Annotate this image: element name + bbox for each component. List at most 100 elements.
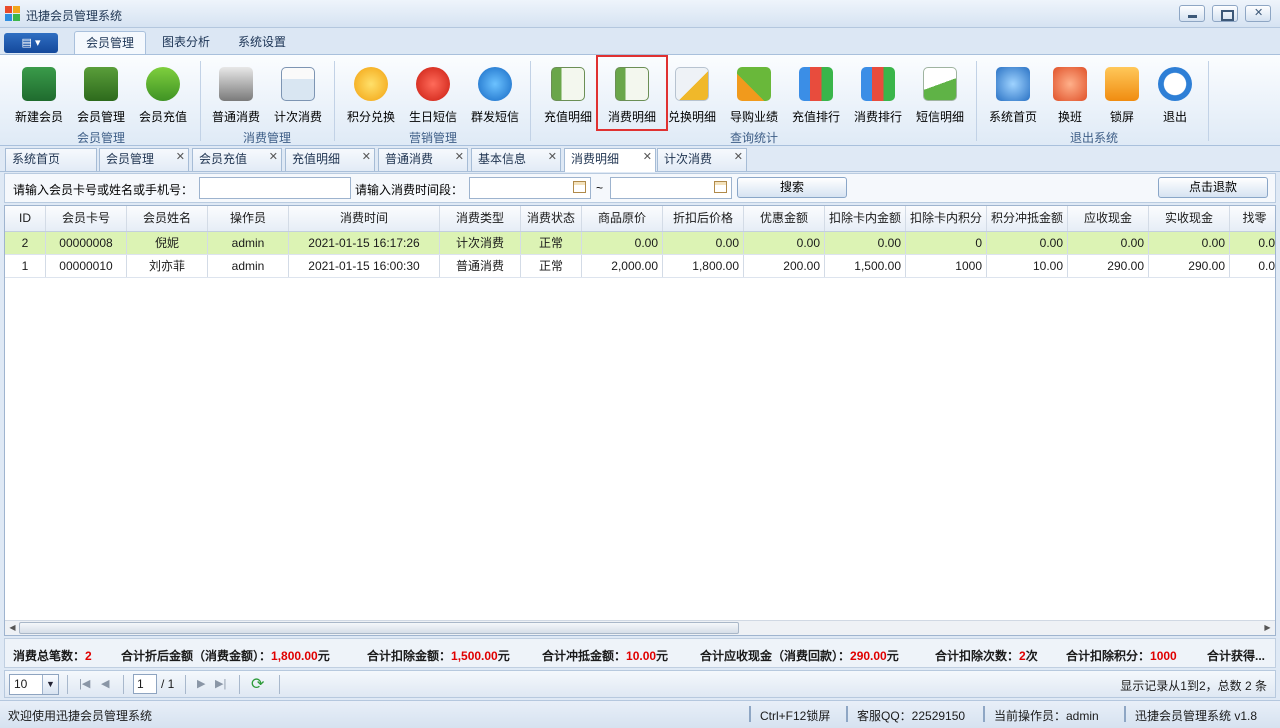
- mass-sms-button[interactable]: 群发短信: [464, 57, 526, 129]
- cash-register-icon: [219, 67, 253, 101]
- member-search-input[interactable]: [199, 177, 351, 199]
- column-header[interactable]: 找零: [1230, 206, 1275, 231]
- column-header[interactable]: 操作员: [208, 206, 289, 231]
- search-button[interactable]: 搜索: [737, 177, 847, 198]
- next-page-icon[interactable]: ▶: [197, 677, 205, 690]
- tab-chart-analysis[interactable]: 图表分析: [150, 31, 222, 55]
- summary-points-amount: 合计冲抵金额：10.00元: [542, 649, 669, 663]
- summary-bar: 消费总笔数：2 合计折后金额（消费金额）：1,800.00元 合计扣除金额：1,…: [4, 638, 1276, 668]
- recharge-ranking-button[interactable]: 充值排行: [785, 57, 847, 129]
- close-tab-icon[interactable]: ✕: [362, 147, 371, 168]
- first-page-icon[interactable]: |◀: [79, 677, 90, 690]
- horizontal-scrollbar[interactable]: ◀ ▶: [5, 620, 1275, 635]
- page-size-select[interactable]: 10 ▼: [9, 674, 59, 695]
- calendar-icon[interactable]: [714, 181, 727, 193]
- group-separator: [334, 61, 335, 141]
- window-title: 迅捷会员管理系统: [26, 9, 123, 23]
- doc-tab-count-consume[interactable]: 计次消费 ✕: [657, 148, 747, 171]
- table-cell: 1: [5, 255, 46, 277]
- table-row[interactable]: 1 00000010 刘亦菲 admin 2021-01-15 16:00:30 普通消费…: [5, 255, 1275, 278]
- end-date-input[interactable]: [610, 177, 732, 199]
- scroll-right-icon[interactable]: ▶: [1261, 622, 1274, 634]
- page-number-input[interactable]: 1: [133, 674, 157, 694]
- table-row[interactable]: 2 00000008 倪妮 admin 2021-01-15 16:17:26 计次消费正…: [5, 232, 1275, 255]
- new-member-button[interactable]: 新建会员: [8, 57, 70, 129]
- tab-member-management[interactable]: 会员管理: [74, 31, 146, 55]
- summary-cash: 合计应收现金（消费回款）：290.00元: [700, 649, 899, 663]
- close-tab-icon[interactable]: ✕: [269, 147, 278, 168]
- minimize-button[interactable]: [1179, 5, 1205, 22]
- doc-tab-normal-consume[interactable]: 普通消费 ✕: [378, 148, 468, 171]
- table-cell: 290.00: [1068, 255, 1149, 277]
- maximize-button[interactable]: [1212, 5, 1238, 22]
- group-label-query: 查询统计: [729, 131, 778, 145]
- close-tab-icon[interactable]: ✕: [176, 147, 185, 168]
- app-menu-button[interactable]: ▤ ▾: [4, 33, 58, 53]
- doc-tab-home[interactable]: 系统首页: [5, 148, 97, 171]
- calendar-icon[interactable]: [573, 181, 586, 193]
- doc-tab-basic-info[interactable]: 基本信息 ✕: [471, 148, 561, 171]
- guide-performance-button[interactable]: 导购业绩: [723, 57, 785, 129]
- member-book-icon: [84, 67, 118, 101]
- chevron-down-icon[interactable]: ▼: [42, 675, 58, 694]
- status-separator: [749, 706, 751, 722]
- close-tab-icon[interactable]: ✕: [643, 147, 652, 168]
- column-header[interactable]: 实收现金: [1149, 206, 1230, 231]
- table-cell: 刘亦菲: [127, 255, 208, 277]
- column-header[interactable]: 扣除卡内金额: [825, 206, 906, 231]
- points-exchange-button[interactable]: 积分兑换: [340, 57, 402, 129]
- consume-ranking-button[interactable]: 消费排行: [847, 57, 909, 129]
- last-page-icon[interactable]: ▶|: [215, 677, 226, 690]
- status-separator: [1124, 706, 1126, 722]
- refresh-icon[interactable]: ⟳: [251, 674, 264, 694]
- column-header[interactable]: 会员卡号: [46, 206, 127, 231]
- column-header[interactable]: ID: [5, 206, 46, 231]
- table-cell: admin: [208, 232, 289, 254]
- table-cell: 0.00: [582, 232, 663, 254]
- exchange-detail-button[interactable]: 兑换明细: [661, 57, 723, 129]
- calendar-plus-icon: [281, 67, 315, 101]
- doc-tab-recharge-detail[interactable]: 充值明细 ✕: [285, 148, 375, 171]
- column-header[interactable]: 应收现金: [1068, 206, 1149, 231]
- column-header[interactable]: 积分冲抵金额: [987, 206, 1068, 231]
- tab-system-settings[interactable]: 系统设置: [226, 31, 298, 55]
- bar-chart-icon: [799, 67, 833, 101]
- close-tab-icon[interactable]: ✕: [734, 147, 743, 168]
- table-cell: 0.0: [1230, 255, 1275, 277]
- sms-detail-button[interactable]: 短信明细: [909, 57, 971, 129]
- recharge-detail-button[interactable]: 充值明细: [537, 57, 599, 129]
- table-cell: 0.0: [1230, 232, 1275, 254]
- doc-tab-member-management[interactable]: 会员管理 ✕: [99, 148, 189, 171]
- member-management-button[interactable]: 会员管理: [70, 57, 132, 129]
- column-header[interactable]: 消费类型: [440, 206, 521, 231]
- table-cell: 0.00: [1149, 232, 1230, 254]
- prev-page-icon[interactable]: ◀: [101, 677, 109, 690]
- normal-consume-button[interactable]: 普通消费: [205, 57, 267, 129]
- scroll-left-icon[interactable]: ◀: [6, 622, 19, 634]
- exit-button[interactable]: 退出: [1144, 57, 1206, 129]
- column-header[interactable]: 消费状态: [521, 206, 582, 231]
- birthday-sms-button[interactable]: 生日短信: [402, 57, 464, 129]
- member-recharge-button[interactable]: 会员充值: [132, 57, 194, 129]
- column-header[interactable]: 扣除卡内积分: [906, 206, 987, 231]
- refund-button[interactable]: 点击退款: [1158, 177, 1268, 198]
- doc-tab-member-recharge[interactable]: 会员充值 ✕: [192, 148, 282, 171]
- count-consume-button[interactable]: 计次消费: [267, 57, 329, 129]
- close-button[interactable]: [1245, 5, 1271, 22]
- close-tab-icon[interactable]: ✕: [548, 147, 557, 168]
- column-header[interactable]: 折扣后价格: [663, 206, 744, 231]
- new-member-icon: [22, 67, 56, 101]
- column-header[interactable]: 优惠金额: [744, 206, 825, 231]
- column-header[interactable]: 商品原价: [582, 206, 663, 231]
- system-home-button[interactable]: 系统首页: [982, 57, 1044, 129]
- pager-separator: [185, 675, 186, 694]
- column-header[interactable]: 会员姓名: [127, 206, 208, 231]
- scrollbar-thumb[interactable]: [19, 622, 739, 634]
- pager-separator: [67, 675, 68, 694]
- column-header[interactable]: 消费时间: [289, 206, 440, 231]
- consume-detail-button[interactable]: 消费明细: [596, 55, 668, 131]
- doc-tab-consume-detail[interactable]: 消费明细 ✕: [564, 148, 656, 172]
- title-bar: 迅捷会员管理系统: [0, 0, 1280, 28]
- close-tab-icon[interactable]: ✕: [455, 147, 464, 168]
- start-date-input[interactable]: [469, 177, 591, 199]
